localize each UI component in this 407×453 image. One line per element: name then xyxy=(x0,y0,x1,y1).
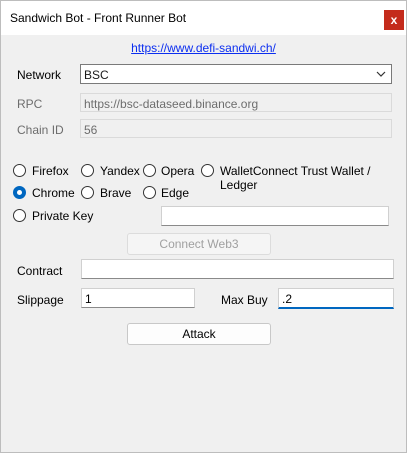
title-bar: Sandwich Bot - Front Runner Bot x xyxy=(1,1,406,35)
radio-brave[interactable] xyxy=(81,186,94,199)
radio-private-key[interactable] xyxy=(13,209,26,222)
radio-edge-label[interactable]: Edge xyxy=(161,186,189,200)
contract-input[interactable] xyxy=(81,259,394,279)
app-window: Sandwich Bot - Front Runner Bot x https:… xyxy=(0,0,407,453)
radio-private-key-label[interactable]: Private Key xyxy=(32,209,93,223)
window-title: Sandwich Bot - Front Runner Bot xyxy=(10,11,187,25)
connect-web3-button[interactable]: Connect Web3 xyxy=(127,233,271,255)
chain-id-field: 56 xyxy=(80,119,392,138)
radio-opera[interactable] xyxy=(143,164,156,177)
network-select[interactable]: BSC xyxy=(80,64,392,84)
max-buy-label: Max Buy xyxy=(221,293,268,307)
radio-walletconnect[interactable] xyxy=(201,164,214,177)
contract-label: Contract xyxy=(17,264,63,278)
radio-opera-label[interactable]: Opera xyxy=(161,164,194,178)
slippage-label: Slippage xyxy=(17,293,64,307)
radio-walletconnect-label[interactable]: WalletConnect Trust Wallet / Ledger xyxy=(220,164,406,192)
max-buy-input[interactable]: .2 xyxy=(278,288,394,309)
rpc-field: https://bsc-dataseed.binance.org xyxy=(80,93,392,112)
radio-firefox-label[interactable]: Firefox xyxy=(32,164,69,178)
radio-edge[interactable] xyxy=(143,186,156,199)
radio-chrome-label[interactable]: Chrome xyxy=(32,186,75,200)
network-selected-value: BSC xyxy=(84,68,109,82)
rpc-label: RPC xyxy=(17,97,43,111)
website-link[interactable]: https://www.defi-sandwi.ch/ xyxy=(1,41,406,55)
radio-yandex[interactable] xyxy=(81,164,94,177)
radio-brave-label[interactable]: Brave xyxy=(100,186,131,200)
radio-firefox[interactable] xyxy=(13,164,26,177)
network-label: Network xyxy=(17,68,62,82)
radio-yandex-label[interactable]: Yandex xyxy=(100,164,140,178)
close-button[interactable]: x xyxy=(384,10,404,30)
attack-button[interactable]: Attack xyxy=(127,323,271,345)
private-key-input[interactable] xyxy=(161,206,389,226)
slippage-input[interactable]: 1 xyxy=(81,288,195,308)
radio-chrome[interactable] xyxy=(13,186,26,199)
chain-id-label: Chain ID xyxy=(17,123,64,137)
close-icon: x xyxy=(390,13,398,27)
chevron-down-icon xyxy=(376,71,386,77)
